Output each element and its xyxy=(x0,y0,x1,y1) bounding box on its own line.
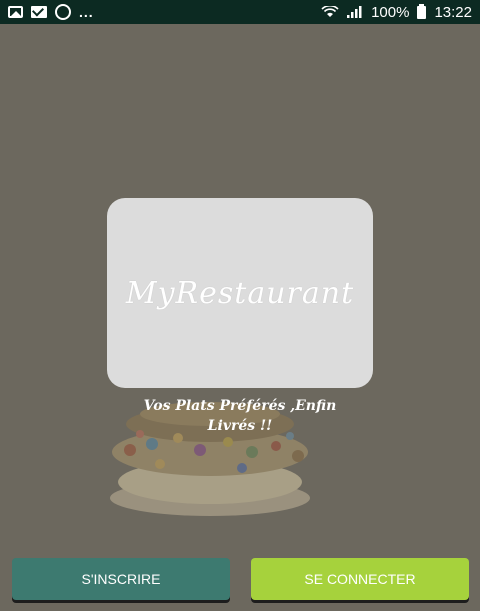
status-bar: ... 100% 13:22 xyxy=(0,0,480,24)
battery-percent: 100% xyxy=(371,3,410,21)
status-bar-left: ... xyxy=(8,4,94,20)
battery-icon xyxy=(417,3,427,19)
signal-icon xyxy=(347,6,362,18)
tagline: Vos Plats Préférés ,Enfin Livrés !! xyxy=(120,396,360,436)
splash-logo-card: MyRestaurant xyxy=(107,198,373,388)
image-icon xyxy=(8,6,23,18)
status-bar-right: 100% 13:22 xyxy=(321,3,472,21)
signup-button[interactable]: S'INSCRIRE xyxy=(12,558,230,600)
app-logo-text: MyRestaurant xyxy=(125,275,355,311)
login-button[interactable]: SE CONNECTER xyxy=(251,558,469,600)
more-dots-icon: ... xyxy=(79,4,94,20)
tagline-line-1: Vos Plats Préférés ,Enfin xyxy=(143,398,337,414)
wifi-icon xyxy=(321,6,339,17)
mail-icon xyxy=(31,6,47,18)
whatsapp-icon xyxy=(55,4,71,20)
clock: 13:22 xyxy=(434,3,472,21)
tagline-line-2: Livrés !! xyxy=(207,418,273,434)
